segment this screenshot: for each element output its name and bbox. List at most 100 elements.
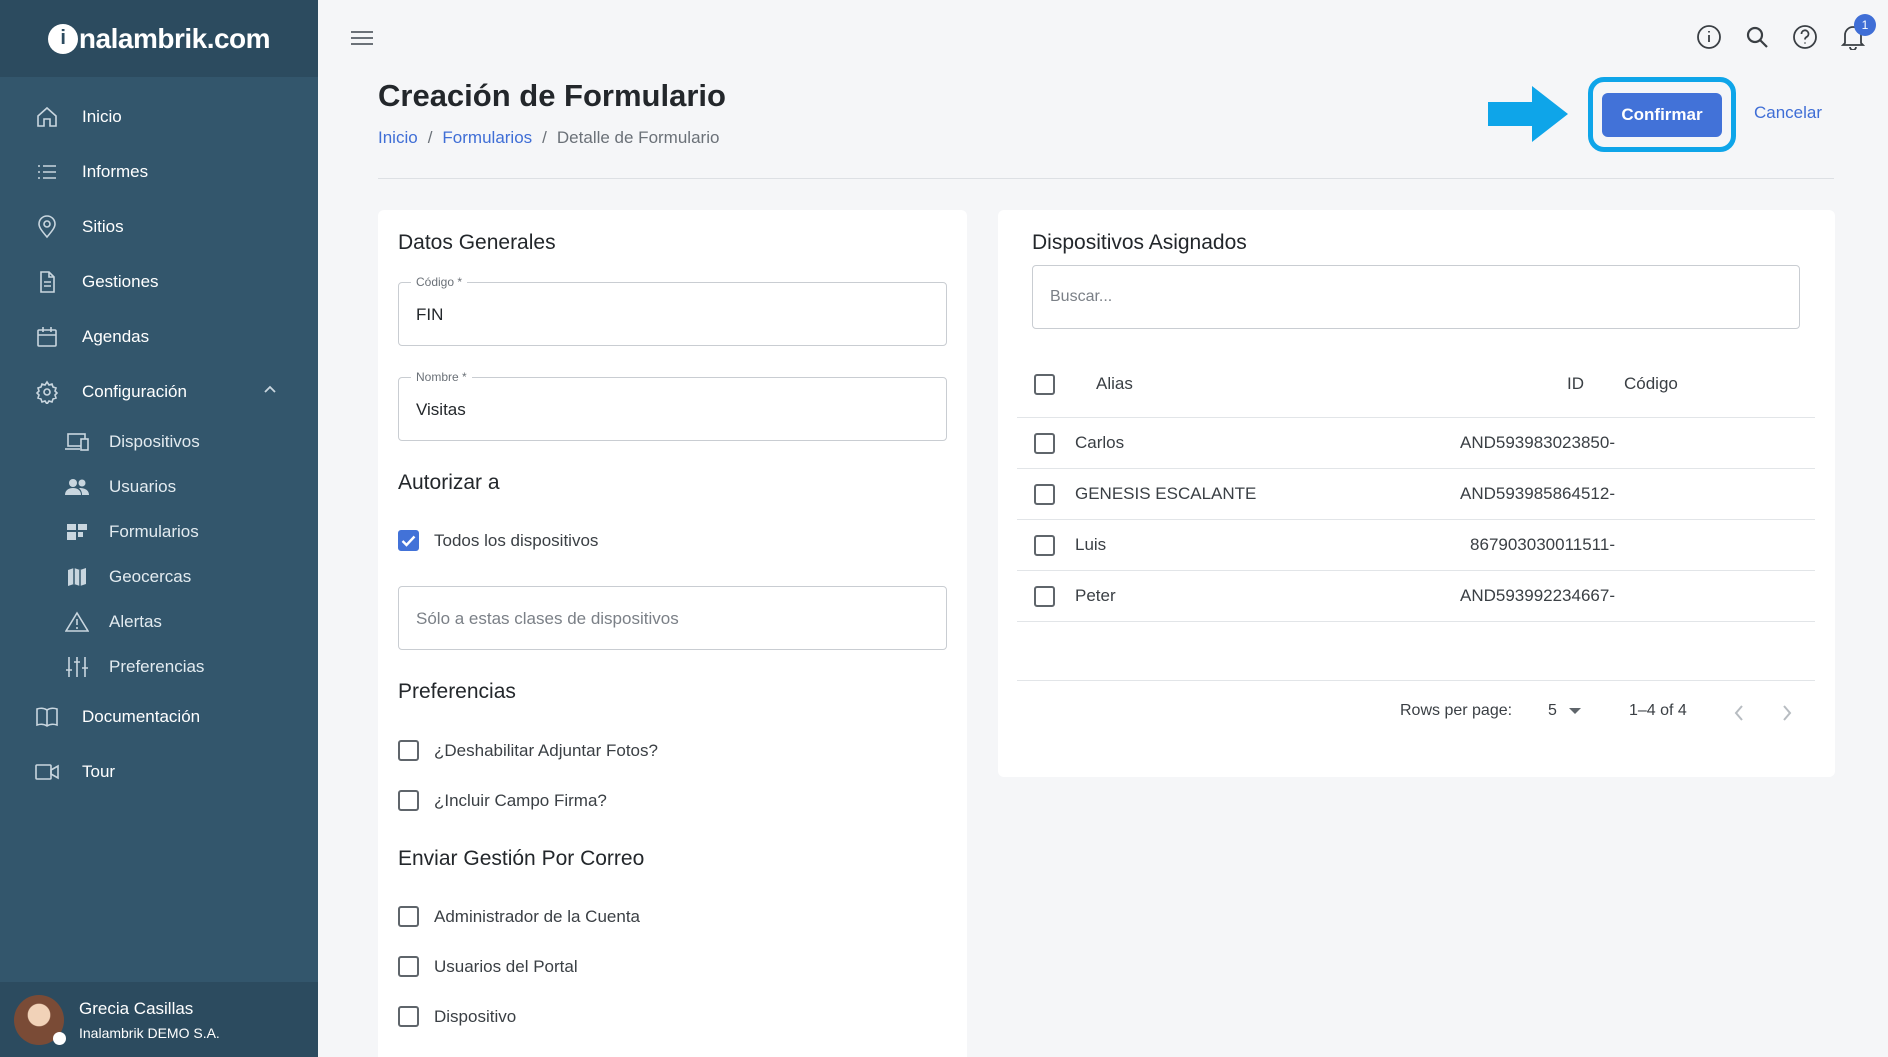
document-icon (34, 269, 60, 295)
search-icon[interactable] (1742, 22, 1772, 52)
cancel-button[interactable]: Cancelar (1754, 103, 1822, 123)
breadcrumb-separator: / (542, 128, 547, 147)
pref-photos-checkbox[interactable] (398, 740, 419, 761)
sidebar: i nalambrik.com Inicio Informes Sitios G… (0, 0, 318, 1057)
bell-icon[interactable]: 1 (1838, 14, 1876, 52)
hamburger-menu-icon[interactable] (350, 28, 374, 48)
breadcrumb-inicio[interactable]: Inicio (378, 128, 418, 148)
section-title-authorize: Autorizar a (398, 471, 500, 494)
breadcrumb-formularios[interactable]: Formularios (442, 128, 532, 148)
email-option-admin[interactable]: Administrador de la Cuenta (398, 906, 640, 927)
column-id[interactable]: ID (1567, 374, 1584, 394)
chevron-up-icon[interactable] (262, 382, 278, 403)
all-devices-option[interactable]: Todos los dispositivos (398, 530, 598, 551)
code-label: Código * (411, 275, 468, 289)
name-field[interactable]: Nombre * Visitas (398, 370, 947, 441)
name-label: Nombre * (411, 370, 472, 384)
email-option-portal-users[interactable]: Usuarios del Portal (398, 956, 578, 977)
sidebar-item-tour[interactable]: Tour (0, 744, 318, 799)
email-option-device[interactable]: Dispositivo (398, 1006, 516, 1027)
sidebar-subitem-label: Dispositivos (109, 431, 200, 451)
sidebar-item-label: Documentación (82, 706, 201, 726)
select-all-checkbox[interactable] (1034, 374, 1055, 395)
sidebar-item-inicio[interactable]: Inicio (0, 89, 318, 144)
row-alias: Peter (1075, 586, 1116, 605)
sidebar-subitem-dispositivos[interactable]: Dispositivos (0, 419, 318, 464)
notification-badge: 1 (1854, 14, 1876, 36)
pref-option-signature[interactable]: ¿Incluir Campo Firma? (398, 790, 607, 811)
pref-signature-checkbox[interactable] (398, 790, 419, 811)
row-alias: Carlos (1075, 433, 1125, 452)
rows-per-page-select[interactable]: 5 (1548, 702, 1581, 720)
table-row[interactable]: GENESIS ESCALANTE AND593985864512- (1017, 469, 1815, 520)
row-checkbox[interactable] (1034, 586, 1055, 607)
sidebar-subitem-usuarios[interactable]: Usuarios (0, 464, 318, 509)
confirm-button[interactable]: Confirmar (1602, 92, 1722, 137)
table-row[interactable]: Peter AND593992234667- (1017, 571, 1815, 622)
forms-icon (64, 520, 90, 544)
chevron-right-icon[interactable] (1781, 704, 1793, 727)
email-portal-users-label: Usuarios del Portal (434, 956, 578, 976)
section-title-email: Enviar Gestión Por Correo (398, 847, 645, 870)
code-field[interactable]: Código * FIN (398, 275, 947, 346)
info-icon[interactable] (1694, 22, 1724, 52)
sidebar-subitem-label: Alertas (109, 611, 162, 631)
brand-header: i nalambrik.com (0, 0, 318, 77)
brand-logo[interactable]: i nalambrik.com (47, 23, 271, 55)
row-alias: GENESIS ESCALANTE (1075, 484, 1257, 503)
caret-down-icon (1568, 708, 1581, 714)
sidebar-subitem-geocercas[interactable]: Geocercas (0, 554, 318, 599)
device-search-input[interactable]: Buscar... (1032, 265, 1800, 329)
sidebar-item-sitios[interactable]: Sitios (0, 199, 318, 254)
sidebar-subitem-label: Formularios (109, 521, 199, 541)
row-id: AND593985864512- (1459, 484, 1615, 503)
sidebar-item-label: Gestiones (82, 271, 159, 291)
breadcrumb-current: Detalle de Formulario (556, 128, 720, 147)
sidebar-item-label: Sitios (82, 216, 124, 236)
table-row[interactable]: Luis 867903030011511- (1017, 520, 1815, 571)
row-checkbox[interactable] (1034, 433, 1055, 454)
email-admin-label: Administrador de la Cuenta (434, 906, 641, 926)
user-profile[interactable]: Grecia Casillas Inalambrik DEMO S.A. (0, 982, 318, 1057)
row-checkbox[interactable] (1034, 484, 1055, 505)
email-admin-checkbox[interactable] (398, 906, 419, 927)
row-checkbox[interactable] (1034, 535, 1055, 556)
rows-per-page-label: Rows per page: (1400, 702, 1513, 719)
sidebar-item-gestiones[interactable]: Gestiones (0, 254, 318, 309)
sidebar-nav: Inicio Informes Sitios Gestiones Agendas (0, 77, 318, 799)
sidebar-subitem-formularios[interactable]: Formularios (0, 509, 318, 554)
video-icon (34, 759, 60, 785)
gear-icon (34, 379, 60, 405)
pref-photos-label: ¿Deshabilitar Adjuntar Fotos? (434, 740, 658, 760)
users-icon (64, 475, 90, 499)
email-device-checkbox[interactable] (398, 1006, 419, 1027)
row-id: AND593992234667- (1459, 586, 1615, 605)
sidebar-subitem-alertas[interactable]: Alertas (0, 599, 318, 644)
pref-option-photos[interactable]: ¿Deshabilitar Adjuntar Fotos? (398, 740, 658, 761)
row-id: AND593983023850- (1459, 433, 1615, 452)
sidebar-item-label: Agendas (82, 326, 150, 346)
column-alias[interactable]: Alias (1096, 374, 1133, 394)
row-id: 867903030011511- (1470, 535, 1615, 554)
pagination-range: 1–4 of 4 (1629, 702, 1687, 719)
all-devices-checkbox[interactable] (398, 530, 419, 551)
sidebar-item-informes[interactable]: Informes (0, 144, 318, 199)
table-row[interactable]: Carlos AND593983023850- (1017, 418, 1815, 469)
device-search-placeholder: Buscar... (1050, 288, 1113, 305)
sliders-icon (64, 655, 90, 679)
sidebar-item-label: Informes (82, 161, 149, 181)
sidebar-subitem-preferencias[interactable]: Preferencias (0, 644, 318, 689)
help-icon[interactable] (1790, 22, 1820, 52)
sidebar-item-agendas[interactable]: Agendas (0, 309, 318, 364)
device-classes-input[interactable]: Sólo a estas clases de dispositivos (398, 586, 947, 650)
sidebar-item-label: Inicio (82, 106, 122, 126)
chevron-left-icon[interactable] (1733, 704, 1745, 727)
column-codigo[interactable]: Código (1624, 374, 1678, 394)
email-portal-users-checkbox[interactable] (398, 956, 419, 977)
user-name: Grecia Casillas (79, 998, 194, 1018)
sidebar-item-configuracion[interactable]: Configuración (0, 364, 318, 419)
name-value: Visitas (416, 400, 466, 419)
home-icon (34, 104, 60, 130)
sidebar-item-documentacion[interactable]: Documentación (0, 689, 318, 744)
general-data-card: Datos Generales Código * FIN Nombre * Vi… (378, 210, 967, 1057)
